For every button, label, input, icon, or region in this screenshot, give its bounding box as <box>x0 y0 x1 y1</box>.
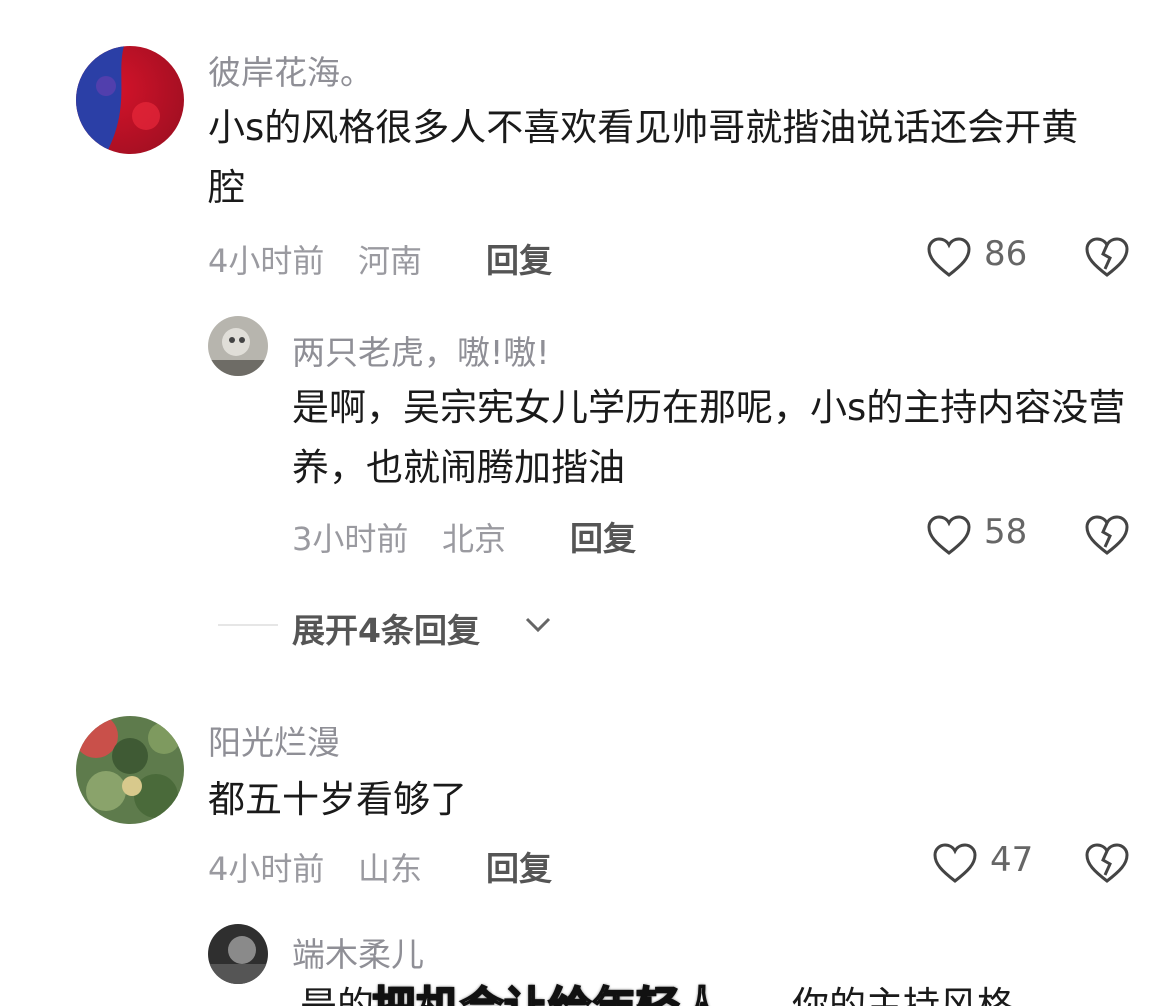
dislike-heart-icon[interactable] <box>1084 514 1130 560</box>
comment-location: 河南 <box>358 242 423 280</box>
comment-time: 4小时前 <box>208 242 325 280</box>
reply-location: 北京 <box>442 520 507 558</box>
comment-username[interactable]: 彼岸花海。 <box>208 46 373 94</box>
like-count: 47 <box>990 840 1034 880</box>
avatar[interactable] <box>76 46 184 154</box>
reply-button[interactable]: 回复 <box>486 842 552 890</box>
like-count: 86 <box>984 234 1028 274</box>
reply-username[interactable]: 两只老虎，嗷!嗷! <box>292 326 549 374</box>
video-caption-trailing: 你的主持风格 <box>792 984 1014 1006</box>
heart-icon[interactable] <box>926 514 972 560</box>
reply-button[interactable]: 回复 <box>570 512 636 560</box>
comment-list: 彼岸花海。 小s的风格很多人不喜欢看见帅哥就揩油说话还会开黄腔 4小时前 河南 … <box>0 0 1170 1006</box>
avatar[interactable] <box>208 316 268 376</box>
reply-button[interactable]: 回复 <box>486 234 552 282</box>
comment-content: 小s的风格很多人不喜欢看见帅哥就揩油说话还会开黄腔 <box>208 106 1079 209</box>
video-caption: 把机会让给年轻人 <box>371 972 725 1006</box>
like-count: 58 <box>984 512 1028 552</box>
reply-content: 是啊，吴宗宪女儿学历在那呢，小s的主持内容没营养，也就闹腾加揩油 <box>292 386 1126 489</box>
expand-replies-button[interactable]: 展开4条回复 <box>292 604 480 652</box>
comment-location: 山东 <box>358 850 423 888</box>
avatar[interactable] <box>208 924 268 984</box>
reply-username[interactable]: 端木柔儿 <box>292 928 424 976</box>
comment-username[interactable]: 阳光烂漫 <box>208 716 340 764</box>
dislike-heart-icon[interactable] <box>1084 236 1130 282</box>
comment-time: 4小时前 <box>208 850 325 888</box>
heart-icon[interactable] <box>932 842 978 888</box>
reply-content: 是的 <box>300 984 374 1006</box>
chevron-down-icon[interactable] <box>524 614 552 638</box>
expand-divider <box>218 624 278 626</box>
comment-content: 都五十岁看够了 <box>208 778 467 821</box>
reply-time: 3小时前 <box>292 520 409 558</box>
heart-icon[interactable] <box>926 236 972 282</box>
dislike-heart-icon[interactable] <box>1084 842 1130 888</box>
avatar[interactable] <box>76 716 184 824</box>
